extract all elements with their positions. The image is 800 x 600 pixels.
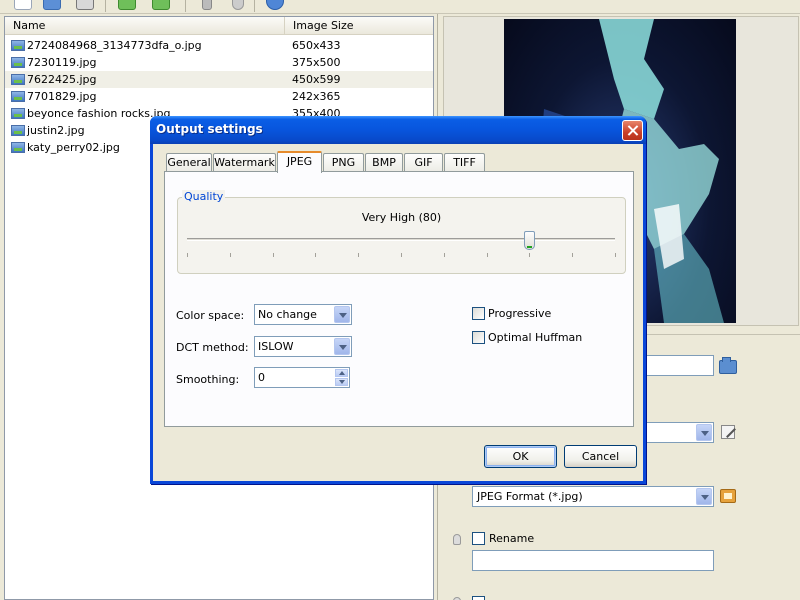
image-file-icon bbox=[11, 57, 25, 68]
output-settings-dialog: Output settings General Watermark JPEG P… bbox=[150, 116, 646, 484]
slider-tick bbox=[615, 253, 616, 257]
image-file-icon bbox=[11, 74, 25, 85]
image-file-icon bbox=[11, 108, 25, 119]
toolbar-separator bbox=[105, 0, 106, 12]
optimal-huffman-label: Optimal Huffman bbox=[488, 331, 583, 344]
spin-down-icon[interactable] bbox=[335, 378, 348, 386]
open-icon[interactable] bbox=[43, 0, 61, 10]
tool-icon[interactable] bbox=[202, 0, 212, 10]
color-space-label: Color space: bbox=[176, 309, 245, 322]
image-file-icon bbox=[11, 125, 25, 136]
file-name: beyonce fashion rocks.jpg bbox=[27, 107, 171, 120]
file-name: katy_perry02.jpg bbox=[27, 141, 120, 154]
file-size: 375x500 bbox=[292, 56, 341, 69]
slider-tick bbox=[572, 253, 574, 257]
optimal-huffman-checkbox[interactable] bbox=[472, 331, 485, 344]
option-checkbox[interactable] bbox=[472, 596, 485, 600]
smoothing-label: Smoothing: bbox=[176, 373, 240, 386]
smoothing-stepper[interactable]: 0 bbox=[254, 367, 350, 388]
dialog-titlebar[interactable]: Output settings bbox=[150, 116, 646, 144]
chevron-down-icon bbox=[334, 306, 350, 323]
file-row[interactable]: 7230119.jpg 375x500 bbox=[5, 54, 433, 71]
slider-tick bbox=[187, 253, 188, 257]
add-files-icon[interactable] bbox=[118, 0, 136, 10]
file-name: 2724084968_3134773dfa_o.jpg bbox=[27, 39, 202, 52]
file-name: 7230119.jpg bbox=[27, 56, 97, 69]
slider-tick bbox=[401, 253, 402, 257]
slider-tick bbox=[315, 253, 317, 257]
slider-tick bbox=[486, 253, 488, 257]
chevron-down-icon bbox=[696, 488, 712, 505]
file-name: justin2.jpg bbox=[27, 124, 85, 137]
jpeg-tab-page: Quality Very High (80) Color space: No c… bbox=[164, 171, 634, 427]
tab-bmp[interactable]: BMP bbox=[365, 153, 403, 172]
tab-watermark[interactable]: Watermark bbox=[213, 153, 276, 172]
format-select[interactable]: JPEG Format (*.jpg) bbox=[472, 486, 714, 507]
quality-value-label: Very High (80) bbox=[361, 211, 442, 224]
toolbar-separator bbox=[254, 0, 255, 12]
image-file-icon bbox=[11, 142, 25, 153]
file-row[interactable]: 7622425.jpg 450x599 bbox=[5, 71, 433, 88]
browse-folder-icon[interactable] bbox=[719, 357, 737, 374]
rename-label: Rename bbox=[489, 532, 535, 545]
column-header-image-size[interactable]: Image Size bbox=[285, 17, 433, 35]
list-header: Name Image Size bbox=[5, 17, 433, 35]
dct-method-value: ISLOW bbox=[258, 340, 294, 353]
column-header-name[interactable]: Name bbox=[5, 17, 285, 35]
help-icon[interactable] bbox=[266, 0, 284, 10]
tab-png[interactable]: PNG bbox=[323, 153, 364, 172]
bulb-icon bbox=[453, 534, 461, 545]
format-settings-icon[interactable] bbox=[720, 489, 736, 503]
color-space-value: No change bbox=[258, 308, 317, 321]
tab-tiff[interactable]: TIFF bbox=[444, 153, 485, 172]
cancel-button[interactable]: Cancel bbox=[564, 445, 637, 468]
slider-tick bbox=[272, 253, 274, 257]
chevron-down-icon bbox=[334, 338, 350, 355]
slider-tick bbox=[443, 253, 445, 257]
format-select-value: JPEG Format (*.jpg) bbox=[477, 490, 583, 503]
image-file-icon bbox=[11, 91, 25, 102]
tab-gif[interactable]: GIF bbox=[404, 153, 443, 172]
edit-icon[interactable] bbox=[721, 425, 735, 439]
quality-slider-thumb[interactable] bbox=[524, 231, 536, 250]
rename-input[interactable] bbox=[472, 550, 714, 571]
color-space-select[interactable]: No change bbox=[254, 304, 352, 325]
toolbar bbox=[0, 0, 800, 14]
file-name: 7622425.jpg bbox=[27, 73, 97, 86]
file-name: 7701829.jpg bbox=[27, 90, 97, 103]
rename-checkbox[interactable] bbox=[472, 532, 485, 545]
gear-icon[interactable] bbox=[232, 0, 244, 10]
chevron-down-icon bbox=[696, 424, 712, 441]
add-folder-icon[interactable] bbox=[152, 0, 170, 10]
tab-jpeg[interactable]: JPEG bbox=[277, 151, 322, 173]
slider-tick bbox=[358, 253, 360, 257]
quality-group-title: Quality bbox=[182, 190, 226, 203]
file-size: 242x365 bbox=[292, 90, 341, 103]
ok-button[interactable]: OK bbox=[484, 445, 557, 468]
dct-method-label: DCT method: bbox=[176, 341, 249, 354]
smoothing-value: 0 bbox=[258, 371, 265, 384]
file-size: 650x433 bbox=[292, 39, 341, 52]
file-row[interactable]: 2724084968_3134773dfa_o.jpg 650x433 bbox=[5, 37, 433, 54]
slider-tick bbox=[529, 253, 531, 257]
dialog-title: Output settings bbox=[156, 122, 263, 136]
quality-slider-track[interactable] bbox=[187, 238, 615, 241]
new-file-icon[interactable] bbox=[14, 0, 32, 10]
image-file-icon bbox=[11, 40, 25, 51]
progressive-label: Progressive bbox=[488, 307, 552, 320]
save-icon[interactable] bbox=[76, 0, 94, 10]
toolbar-separator bbox=[185, 0, 186, 12]
file-size: 450x599 bbox=[292, 73, 341, 86]
tab-general[interactable]: General bbox=[166, 153, 212, 172]
slider-tick bbox=[229, 253, 231, 257]
spin-up-icon[interactable] bbox=[335, 369, 348, 377]
spin-buttons bbox=[335, 369, 348, 386]
progressive-checkbox[interactable] bbox=[472, 307, 485, 320]
close-button[interactable] bbox=[622, 120, 643, 141]
file-row[interactable]: 7701829.jpg 242x365 bbox=[5, 88, 433, 105]
dct-method-select[interactable]: ISLOW bbox=[254, 336, 352, 357]
quality-group: Quality Very High (80) bbox=[177, 190, 626, 274]
